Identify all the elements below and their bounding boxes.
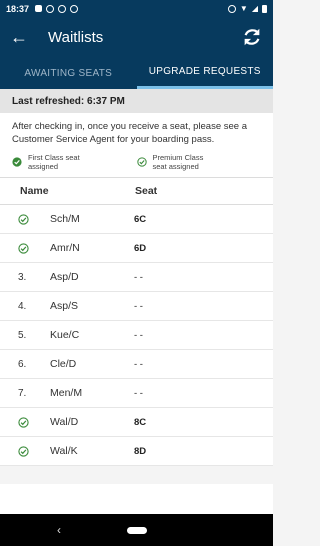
last-refreshed: Last refreshed: 6:37 PM [0,89,273,113]
seat-value: - - [134,387,143,399]
seat-value: - - [134,300,143,312]
check-circle-outline-icon [18,446,50,457]
row-position: 7. [18,387,27,399]
do-not-disturb-icon [227,4,236,13]
notification-icon [35,5,43,12]
page-title: Waitlists [48,28,104,46]
check-circle-outline-icon [18,243,50,254]
system-nav-bar: ‹ [0,514,273,546]
table-row[interactable]: 7. Men/M - - [0,379,273,409]
info-panel: After checking in, once you receive a se… [0,113,273,178]
legend-label: First Class seat assigned [28,152,80,171]
seat-value: - - [134,329,143,341]
passenger-name: Men/M [50,387,83,400]
check-circle-icon [12,157,22,167]
status-bar: 18:37 ▼ ◢ [0,0,273,17]
passenger-name: Asp/D [50,271,79,284]
waitlist: Sch/M 6C Amr/N 6D 3. Asp/D - - 4. Asp/S - - 5. Kue/… [0,205,273,467]
info-text: After checking in, once you receive a se… [12,121,247,145]
check-circle-outline-icon [136,157,147,167]
nav-back-icon[interactable]: ‹ [57,523,61,537]
legend: First Class seat assigned Premium Class … [12,153,261,172]
passenger-name: Amr/N [50,242,80,255]
notification-icon [58,4,67,13]
passenger-name: Asp/S [50,300,79,313]
passenger-name: Kue/C [50,329,80,342]
legend-label: Premium Class seat assigned [152,152,204,171]
seat-value: 6C [134,213,147,225]
legend-first-class: First Class seat assigned [12,153,137,172]
tab-awaiting-seats[interactable]: AWAITING SEATS [0,57,137,89]
row-position: 4. [18,300,27,312]
legend-premium-class: Premium Class seat assigned [136,152,262,172]
table-row[interactable]: Wal/K 8D [0,437,273,467]
list-header: Name Seat [0,178,273,205]
back-arrow-icon[interactable]: ← [10,27,34,48]
notification-icons [35,4,79,13]
table-row[interactable]: Wal/D 8C [0,408,273,438]
list-filler [0,484,273,514]
system-icons: ▼ ◢ [227,4,267,13]
battery-icon [262,4,267,13]
seat-value: - - [134,358,143,370]
table-row[interactable]: Sch/M 6C [0,205,273,235]
cell-signal-icon: ◢ [251,4,258,13]
table-row[interactable]: 6. Cle/D - - [0,350,273,380]
row-position: 5. [18,329,27,341]
seat-value: 8D [134,445,147,457]
wifi-icon [70,4,79,13]
table-row[interactable]: 4. Asp/S - - [0,292,273,322]
passenger-name: Cle/D [50,358,77,371]
table-row[interactable]: 5. Kue/C - - [0,321,273,351]
row-position: 6. [18,358,27,370]
table-row[interactable]: Amr/N 6D [0,234,273,264]
column-header-seat: Seat [135,185,158,198]
status-time: 18:37 [6,3,30,14]
column-header-name: Name [20,185,49,198]
passenger-name: Sch/M [50,213,80,226]
seat-value: 8C [134,416,147,428]
check-circle-outline-icon [18,417,50,428]
seat-value: 6D [134,242,147,254]
wifi-signal-icon: ▼ [239,4,248,13]
seat-value: - - [134,271,143,283]
refresh-icon[interactable] [241,26,263,48]
tab-bar: AWAITING SEATS UPGRADE REQUESTS [0,57,273,89]
row-position: 3. [18,271,27,283]
passenger-name: Wal/D [50,416,79,429]
table-row[interactable]: 3. Asp/D - - [0,263,273,293]
tab-upgrade-requests[interactable]: UPGRADE REQUESTS [136,57,273,89]
passenger-name: Wal/K [50,445,78,458]
nav-home-button[interactable] [126,526,147,534]
app-bar: ← Waitlists [0,17,273,57]
notification-icon [46,4,55,13]
check-circle-outline-icon [18,214,50,225]
